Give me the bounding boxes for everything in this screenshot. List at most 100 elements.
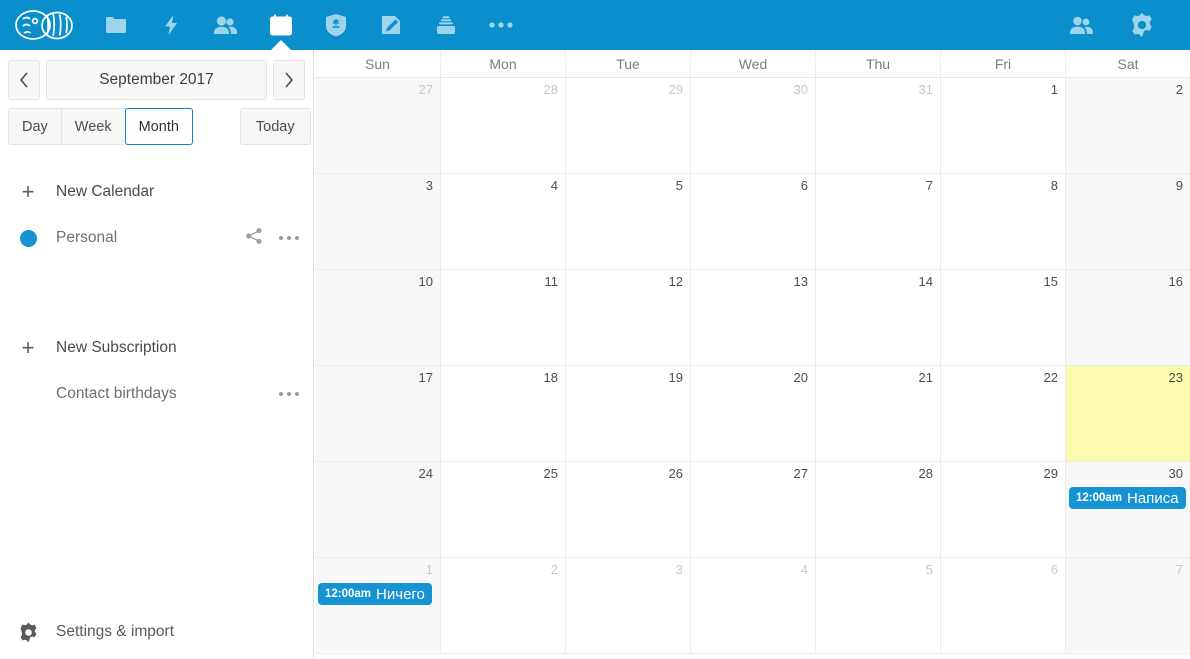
activity-icon[interactable]	[143, 0, 198, 50]
day-number: 5	[925, 562, 933, 577]
calendar-day-cell[interactable]: 25	[440, 462, 565, 557]
calendar-day-cell[interactable]: 1 12:00am Ничего	[315, 558, 440, 653]
calendar-day-cell[interactable]: 7	[815, 174, 940, 269]
day-number: 1	[1050, 82, 1058, 97]
view-day-button[interactable]: Day	[8, 108, 62, 145]
calendar-day-cell[interactable]: 18	[440, 366, 565, 461]
calendar-day-cell[interactable]: 2	[1065, 78, 1190, 173]
day-number: 29	[1043, 466, 1058, 481]
day-number: 16	[1168, 274, 1183, 289]
calendar-day-cell[interactable]: 3	[565, 558, 690, 653]
settings-label: Settings & import	[56, 623, 175, 640]
weekday-header-mon: Mon	[440, 50, 565, 77]
calendar-day-cell[interactable]: 3	[315, 174, 440, 269]
next-month-button[interactable]	[273, 60, 305, 100]
day-number: 2	[550, 562, 558, 577]
calendar-day-cell[interactable]: 14	[815, 270, 940, 365]
calendar-day-cell[interactable]: 11	[440, 270, 565, 365]
passwords-icon[interactable]	[308, 0, 363, 50]
calendar-day-cell[interactable]: 9	[1065, 174, 1190, 269]
calendar-event[interactable]: 12:00am Ничего	[318, 583, 432, 605]
settings-and-import-button[interactable]: Settings & import	[0, 605, 313, 659]
calendar-day-cell[interactable]: 6	[940, 558, 1065, 653]
view-month-button[interactable]: Month	[124, 108, 193, 145]
calendar-day-cell[interactable]: 5	[565, 174, 690, 269]
calendar-day-cell[interactable]: 6	[690, 174, 815, 269]
day-number: 13	[793, 274, 808, 289]
calendar-day-cell[interactable]: 15	[940, 270, 1065, 365]
day-number: 6	[800, 178, 808, 193]
calendar-week-row: 3 4 5 6 7 8 9	[315, 174, 1190, 270]
more-apps-icon[interactable]	[473, 0, 528, 50]
calendar-color-dot	[0, 229, 56, 247]
calendar-day-cell[interactable]: 30 12:00am Написа	[1065, 462, 1190, 557]
subscription-item-label: Contact birthdays	[56, 385, 177, 402]
day-number: 10	[418, 274, 433, 289]
day-number: 24	[418, 466, 433, 481]
today-button[interactable]: Today	[239, 108, 311, 145]
calendar-day-cell[interactable]: 26	[565, 462, 690, 557]
calendar-grid: Sun Mon Tue Wed Thu Fri Sat 27 28 29 30 31 1 2 3 4 5 6 7 8…	[315, 50, 1190, 659]
notes-icon[interactable]	[363, 0, 418, 50]
calendar-day-cell[interactable]: 29	[940, 462, 1065, 557]
view-switcher: Day Week Month Today	[0, 100, 313, 145]
calendar-day-cell[interactable]: 17	[315, 366, 440, 461]
sidebar: September 2017 Day Week Month Today + Ne…	[0, 50, 314, 659]
day-number: 27	[793, 466, 808, 481]
new-subscription-label: New Subscription	[56, 339, 177, 356]
calendar-day-cell[interactable]: 20	[690, 366, 815, 461]
calendar-day-cell[interactable]: 13	[690, 270, 815, 365]
subscription-item-contact-birthdays[interactable]: Contact birthdays	[0, 371, 313, 417]
calendar-day-cell[interactable]: 24	[315, 462, 440, 557]
calendar-icon[interactable]	[253, 0, 308, 51]
current-period-label[interactable]: September 2017	[46, 60, 267, 100]
calendar-day-cell[interactable]: 27	[690, 462, 815, 557]
calendar-day-cell[interactable]: 5	[815, 558, 940, 653]
share-icon[interactable]	[245, 227, 263, 250]
calendar-day-cell[interactable]: 12	[565, 270, 690, 365]
calendar-day-cell[interactable]: 27	[315, 78, 440, 173]
view-week-button[interactable]: Week	[60, 108, 126, 145]
weekday-header-wed: Wed	[690, 50, 815, 77]
settings-gear-icon[interactable]	[1112, 0, 1172, 50]
calendar-event[interactable]: 12:00am Написа	[1069, 487, 1186, 509]
calendar-day-cell[interactable]: 31	[815, 78, 940, 173]
previous-month-button[interactable]	[8, 60, 40, 100]
contacts-icon[interactable]	[198, 0, 253, 50]
subscription-item-menu-icon[interactable]	[278, 391, 299, 397]
calendar-day-cell[interactable]: 23	[1065, 366, 1190, 461]
calendar-day-cell[interactable]: 10	[315, 270, 440, 365]
deck-icon[interactable]	[418, 0, 473, 50]
nextcloud-logo[interactable]	[0, 0, 88, 50]
event-title: Ничего	[376, 585, 425, 603]
day-number: 28	[543, 82, 558, 97]
gear-icon	[0, 622, 56, 643]
calendar-day-cell[interactable]: 28	[815, 462, 940, 557]
top-app-bar	[0, 0, 1190, 51]
calendar-day-cell[interactable]: 7	[1065, 558, 1190, 653]
calendar-day-cell[interactable]: 22	[940, 366, 1065, 461]
calendar-item-menu-icon[interactable]	[278, 235, 299, 241]
contacts-menu-icon[interactable]	[1052, 0, 1112, 50]
calendar-day-cell[interactable]: 16	[1065, 270, 1190, 365]
calendar-item-personal[interactable]: Personal	[0, 215, 313, 261]
plus-icon: +	[21, 335, 35, 360]
day-number: 12	[668, 274, 683, 289]
new-calendar-button[interactable]: + New Calendar	[0, 169, 313, 215]
calendar-day-cell[interactable]: 30	[690, 78, 815, 173]
calendar-day-cell[interactable]: 4	[690, 558, 815, 653]
day-number: 30	[1168, 466, 1183, 481]
calendar-week-row: 10 11 12 13 14 15 16	[315, 270, 1190, 366]
files-icon[interactable]	[88, 0, 143, 50]
calendar-day-cell[interactable]: 4	[440, 174, 565, 269]
calendar-day-cell[interactable]: 28	[440, 78, 565, 173]
calendar-day-cell[interactable]: 1	[940, 78, 1065, 173]
calendar-day-cell[interactable]: 21	[815, 366, 940, 461]
new-subscription-button[interactable]: + New Subscription	[0, 325, 313, 371]
calendar-day-cell[interactable]: 29	[565, 78, 690, 173]
calendar-day-cell[interactable]: 2	[440, 558, 565, 653]
day-number: 21	[918, 370, 933, 385]
calendar-day-cell[interactable]: 19	[565, 366, 690, 461]
calendar-day-cell[interactable]: 8	[940, 174, 1065, 269]
